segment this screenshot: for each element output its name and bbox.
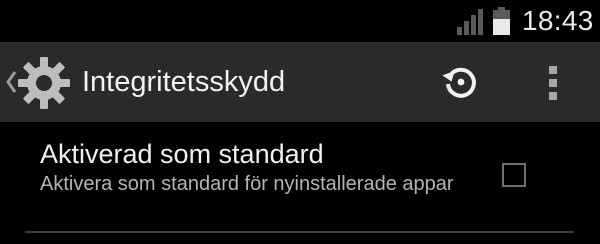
action-bar: Integritetsskydd	[0, 42, 600, 122]
overflow-dot	[549, 92, 557, 100]
back-caret-icon	[6, 71, 17, 93]
battery-icon	[493, 7, 510, 35]
overflow-menu-button[interactable]	[530, 56, 576, 110]
gear-icon	[18, 57, 70, 109]
status-bar: 18:43	[0, 0, 600, 42]
status-clock: 18:43	[522, 5, 594, 36]
preference-enabled-by-default[interactable]: Aktiverad som standard Aktivera som stan…	[0, 122, 600, 232]
overflow-menu-icon	[549, 66, 557, 74]
restore-button[interactable]	[430, 56, 490, 110]
settings-screen: 18:43 Integritetsskydd Aktiverad som sta…	[0, 0, 600, 244]
list-divider	[25, 231, 574, 233]
up-navigation-button[interactable]	[0, 42, 80, 122]
preference-title: Aktiverad som standard	[40, 139, 324, 169]
restore-icon	[442, 67, 476, 98]
preference-summary: Aktivera som standard för nyinstallerade…	[40, 173, 454, 195]
enabled-by-default-checkbox[interactable]	[502, 163, 526, 187]
page-title: Integritetsskydd	[82, 66, 286, 98]
cell-signal-icon	[457, 9, 483, 35]
overflow-dot	[549, 79, 557, 87]
